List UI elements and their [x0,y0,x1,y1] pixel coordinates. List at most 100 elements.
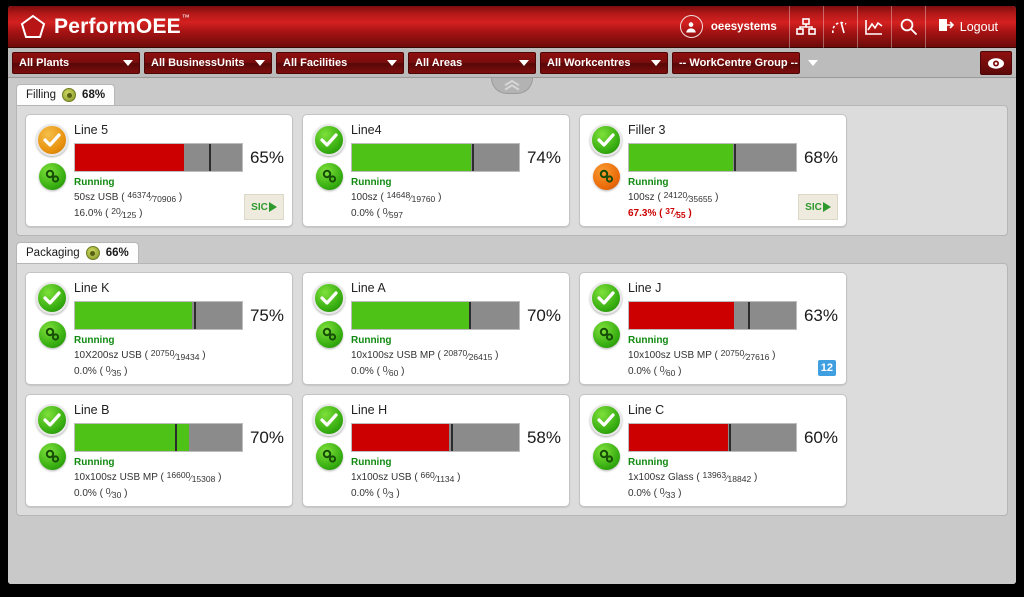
filter-all-areas[interactable]: All Areas [408,51,536,74]
oee-bar-fill [629,302,735,329]
secondary-metric-prefix: 0.0% ( [628,487,657,499]
secondary-metric: 0.0% ( 0⁄60 ) [628,363,838,378]
secondary-metric-prefix: 67.3% ( [628,207,663,219]
secondary-metric-prefix: 16.0% ( [74,207,109,219]
card-status-icons [33,402,71,499]
secondary-fraction: 0⁄60 [382,363,399,378]
user-block[interactable]: oeesystems [676,15,789,38]
secondary-fraction: 0⁄35 [105,363,122,378]
status-check-icon[interactable] [590,282,622,314]
secondary-numerator: 20 [111,205,121,216]
filter-workcentre-group[interactable]: -- WorkCentre Group -- [672,51,818,74]
secondary-metric: 0.0% ( 0⁄30 ) [74,486,284,500]
trend-chart-icon[interactable] [856,6,891,48]
filter-all-workcentres[interactable]: All Workcentres [540,51,668,74]
logout-button[interactable]: Logout [924,6,1008,48]
workcentre-card[interactable]: Line A 70% Running 10x100sz USB MP ( 20870⁄… [302,272,570,385]
sic-stamp[interactable]: SIC [244,194,284,220]
oee-bar-row: 65% [74,143,284,172]
gears-icon[interactable] [315,321,343,348]
org-chart-icon[interactable] [788,6,823,48]
gears-icon[interactable] [592,443,620,470]
gears-icon[interactable] [38,443,66,470]
card-content: Line H 58% Running 1x100sz USB ( 660⁄1134 )… [348,402,561,499]
sic-label: SIC [251,201,268,213]
workcentre-card[interactable]: Line B 70% Running 10x100sz USB MP ( 16600⁄… [25,394,293,507]
group-tab[interactable]: Packaging 66% [16,242,139,263]
oee-progress-bar [74,143,243,172]
production-metric-prefix: 10x100sz USB MP ( [351,350,441,361]
workcentre-card[interactable]: Line K 75% Running 10X200sz USB ( 20750⁄194… [25,272,293,385]
gears-icon[interactable] [38,321,66,348]
oee-percent: 70% [526,305,561,325]
oee-percent: 75% [249,305,284,325]
workcentre-card[interactable]: Line J 63% Running 10x100sz USB MP ( 20750⁄… [579,272,847,385]
workcentre-card[interactable]: Line4 74% Running 100sz ( 14648⁄19760 ) 0.0%… [302,114,570,227]
secondary-numerator: 0 [659,363,665,374]
card-status-icons [587,280,625,377]
oee-bar-fill [75,424,189,451]
production-fraction: 24120⁄35655 [663,190,713,204]
workcentre-card[interactable]: Line H 58% Running 1x100sz USB ( 660⁄1134 )… [302,394,570,507]
oee-bar-row: 68% [628,143,838,172]
oee-bar-fill [352,424,449,451]
gears-icon[interactable] [592,163,620,190]
oee-bar-fill [352,302,469,329]
production-metric-suffix: ) [218,472,222,483]
secondary-fraction: 0⁄60 [659,363,676,378]
header-actions: oeesystems Logout [676,6,1016,48]
oee-bar-row: 70% [74,423,284,452]
secondary-metric: 0.0% ( 0⁄3 ) [351,485,561,500]
gears-icon[interactable] [315,443,343,470]
filter-all-plants[interactable]: All Plants [12,51,140,74]
gears-icon[interactable] [38,163,66,190]
production-metric-suffix: ) [178,192,183,203]
production-numerator: 660 [420,470,435,480]
oee-bar-fill [352,144,471,171]
sic-stamp[interactable]: SIC [798,194,838,220]
group-tab[interactable]: Filling 68% [16,84,116,105]
gauge-icon[interactable] [822,6,857,48]
workcentre-name: Line B [74,403,110,417]
filter-all-businessunits[interactable]: All BusinessUnits [144,51,272,74]
visibility-toggle-button[interactable] [980,51,1012,75]
secondary-metric-suffix: ) [688,207,692,219]
secondary-denominator: 55 [676,209,686,220]
production-metric: 10x100sz USB MP ( 20870⁄26415 ) [351,349,561,362]
gears-icon[interactable] [315,163,343,190]
count-badge[interactable]: 12 [817,360,836,376]
secondary-fraction: 0⁄3 [382,485,394,500]
production-metric-suffix: ) [457,472,461,483]
production-fraction: 20750⁄19434 [150,348,200,362]
oee-bar-row: 70% [351,301,561,330]
card-content: Line4 74% Running 100sz ( 14648⁄19760 ) 0.0%… [348,122,561,219]
status-check-icon[interactable] [313,124,345,156]
gears-icon[interactable] [592,321,620,348]
secondary-fraction: 0⁄33 [659,485,676,500]
status-check-icon[interactable] [36,282,68,314]
production-numerator: 20870 [443,348,468,358]
filter-all-facilities[interactable]: All Facilities [276,51,404,74]
filter-label: All Facilities [283,56,348,69]
card-status-icons [310,402,348,499]
search-icon[interactable] [890,6,925,48]
filter-label: All Workcentres [547,56,631,69]
workcentre-card[interactable]: Line C 60% Running 1x100sz Glass ( 13963⁄18… [579,394,847,507]
workcentre-card[interactable]: Filler 3 68% Running 100sz ( 24120⁄35655 ) 6… [579,114,847,227]
oee-bar-row: 58% [351,423,561,452]
production-numerator: 46374 [127,190,151,200]
status-check-icon[interactable] [313,404,345,436]
workcentre-name: Filler 3 [628,123,666,137]
status-check-icon[interactable] [590,124,622,156]
secondary-metric-suffix: ) [396,487,400,499]
status-check-icon[interactable] [590,404,622,436]
secondary-metric-suffix: ) [678,365,682,377]
oee-percent: 58% [526,427,561,447]
card-status-icons [33,122,71,219]
status-check-icon[interactable] [36,124,68,156]
workcentre-name: Line 5 [74,123,109,137]
status-check-icon[interactable] [36,404,68,436]
status-check-icon[interactable] [313,282,345,314]
production-denominator: 19434 [175,352,200,362]
workcentre-card[interactable]: Line 5 65% Running 50sz USB ( 46374⁄70906 )… [25,114,293,227]
